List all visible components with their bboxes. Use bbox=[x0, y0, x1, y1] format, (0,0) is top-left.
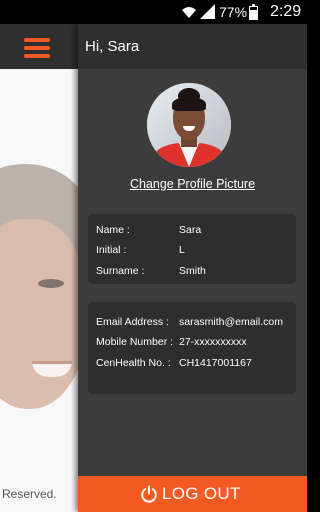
clock: 2:29 bbox=[270, 3, 302, 20]
info-value: Sara bbox=[179, 224, 202, 236]
status-bar: 77% 2:29 bbox=[0, 0, 307, 24]
change-profile-picture-link[interactable]: Change Profile Picture bbox=[78, 176, 307, 192]
background-photo bbox=[0, 69, 78, 512]
contact-info-card: Email Address : sarasmith@email.com Mobi… bbox=[88, 302, 296, 394]
info-value: L bbox=[179, 244, 185, 256]
battery-icon bbox=[249, 4, 258, 20]
info-value: sarasmith@email.com bbox=[179, 316, 284, 328]
greeting: Hi, Sara bbox=[85, 38, 140, 55]
info-row-cenhealth: CenHealth No. : CH1417001167 bbox=[88, 355, 296, 371]
info-row-surname: Surname : Smith bbox=[88, 263, 296, 279]
footer-reserved-text: Reserved. bbox=[2, 487, 57, 501]
signal-icon bbox=[200, 4, 215, 19]
info-value: 27-xxxxxxxxxx bbox=[179, 336, 247, 348]
navigation-drawer: Hi, Sara Change Profile Picture Name : S… bbox=[78, 24, 307, 512]
info-label: Initial : bbox=[96, 244, 127, 256]
info-label: Name : bbox=[96, 224, 130, 236]
logout-label: LOG OUT bbox=[162, 484, 241, 503]
info-label: Email Address : bbox=[96, 316, 169, 328]
wifi-icon bbox=[182, 7, 196, 18]
info-value: Smith bbox=[179, 265, 206, 277]
info-value: CH1417001167 bbox=[179, 357, 252, 369]
drawer-header: Hi, Sara bbox=[78, 24, 307, 69]
info-label: CenHealth No. : bbox=[96, 357, 171, 369]
info-row-name: Name : Sara bbox=[88, 222, 296, 238]
info-row-initial: Initial : L bbox=[88, 242, 296, 258]
background-header bbox=[0, 24, 78, 69]
info-row-mobile: Mobile Number : 27-xxxxxxxxxx bbox=[88, 334, 296, 350]
battery-percent: 77% bbox=[219, 4, 248, 20]
info-label: Surname : bbox=[96, 265, 145, 277]
profile-picture[interactable] bbox=[147, 83, 231, 167]
power-icon bbox=[141, 485, 157, 503]
logout-button[interactable]: LOG OUT bbox=[78, 476, 307, 512]
personal-info-card: Name : Sara Initial : L Surname : Smith bbox=[88, 214, 296, 284]
info-row-email: Email Address : sarasmith@email.com bbox=[88, 314, 296, 330]
hamburger-menu-icon[interactable] bbox=[24, 38, 50, 58]
info-label: Mobile Number : bbox=[96, 336, 174, 348]
